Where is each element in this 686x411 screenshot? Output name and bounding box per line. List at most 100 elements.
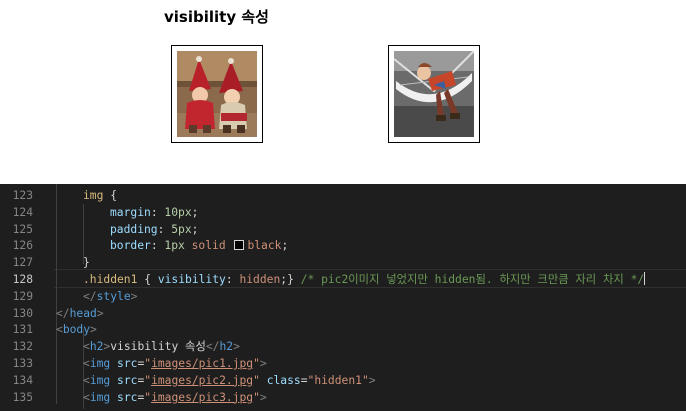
token-punc: { [137,273,158,286]
code-line[interactable]: 131 <body> [0,321,686,338]
pic3-image [388,45,480,143]
token-punc: ; [191,222,199,236]
page-heading: visibility 속성 [164,8,269,26]
token-val: solid [184,239,233,253]
code-text[interactable]: <body> [56,321,97,338]
token-str: " [253,357,260,370]
token-str: " [253,373,260,387]
code-text[interactable]: <h2>visibility 속성</h2> [83,338,240,355]
token-brk: > [90,323,97,337]
token-str: "hidden1" [307,373,369,387]
token-brk: < [83,373,90,387]
code-text[interactable]: .hidden1 { visibility: hidden;} /* pic2이… [83,271,646,288]
token-link: images/pic3.jpg [151,390,254,404]
token-brk: < [83,340,90,354]
browser-preview: visibility 속성 [0,0,686,184]
code-line[interactable]: 130 </head> [0,305,686,322]
token-sel: .hidden1 [83,273,138,286]
token-punc: ; [281,239,289,253]
token-str: " [253,390,260,404]
token-brk: < [83,390,90,404]
token-brk: < [83,357,90,370]
token-sel: img [83,189,104,202]
line-number: 130 [12,306,33,320]
line-number: 126 [12,239,33,253]
token-link: images/pic2.jpg [151,373,254,387]
token-brk: > [96,306,104,320]
token-punc: ;} [280,273,301,286]
token-brk: > [130,289,138,303]
code-text[interactable]: margin: 10px; [110,204,198,221]
hammock-photo [394,51,474,137]
token-attr: src [110,390,138,404]
token-attr: src [110,373,138,387]
token-tag: img [89,357,111,370]
token-brk: > [233,340,240,354]
code-line[interactable]: 124 margin: 10px; [0,204,686,221]
code-text[interactable]: <img src="images/pic1.jpg"> [83,355,267,372]
line-number: 132 [12,340,33,354]
token-brk: </ [56,306,70,320]
token-prop: margin [110,205,151,219]
code-editor[interactable]: 123 img {124 margin: 10px; 125 padding: 5px;… [0,184,686,411]
line-number: 128 [12,273,33,286]
token-tag: h2 [89,340,104,354]
line-number: 134 [12,373,33,387]
code-line[interactable]: 126 border: 1px solid black; [0,237,686,254]
token-val: black [247,239,282,253]
token-punc: : [150,205,165,219]
dolls-photo [177,51,257,137]
token-tag: style [96,289,131,303]
color-swatch-icon[interactable] [234,240,245,251]
pic1-image [171,45,263,143]
token-tag: h2 [219,340,234,354]
code-line[interactable]: 133 <img src="images/pic1.jpg"> [0,355,686,372]
token-num: 5px [171,222,192,236]
token-text: visibility 속성 [110,340,206,354]
token-brk: > [259,357,267,370]
token-brk: > [368,373,376,387]
line-number: 127 [12,256,33,270]
code-line[interactable]: 123 img { [0,187,686,204]
code-line[interactable]: 129 </style> [0,288,686,305]
line-number: 131 [12,323,33,337]
code-line[interactable]: 127} [0,254,686,271]
token-prop: border [110,239,151,253]
code-line[interactable]: 135 <img src="images/pic3.jpg"> [0,389,686,406]
code-line[interactable]: 128 .hidden1 { visibility: hidden;} /* pi… [0,271,686,288]
token-punc: : [225,273,240,286]
code-text[interactable]: <img src="images/pic2.jpg" class="hidden… [83,372,376,389]
code-text[interactable]: } [83,254,90,271]
token-val: hidden [239,273,281,286]
text-cursor [644,272,646,285]
token-tag: img [89,373,111,387]
line-number: 133 [12,357,33,370]
code-text[interactable]: img { [83,187,117,204]
token-punc: = [300,373,308,387]
token-tag: img [89,390,111,404]
token-punc: } [83,256,90,270]
code-text[interactable]: <img src="images/pic3.jpg"> [83,389,267,406]
token-prop: padding [110,222,158,236]
token-brk: </ [83,289,97,303]
line-number: 135 [12,390,33,404]
line-number: 129 [12,289,33,303]
token-com: /* pic2이미지 넣었지만 hidden됨. 하지만 크만큼 자리 차지 *… [300,273,645,286]
code-line[interactable]: 134 <img src="images/pic2.jpg" class="hid… [0,372,686,389]
code-text[interactable]: </style> [83,288,137,305]
token-brk: > [259,390,267,404]
code-text[interactable]: padding: 5px; [110,221,198,238]
code-line[interactable]: 125 padding: 5px; [0,221,686,238]
token-num: 1px [164,239,185,253]
line-number: 125 [12,222,33,236]
token-attr: class [259,373,301,387]
token-attr: src [110,357,138,370]
token-punc: : [157,222,172,236]
line-number: 123 [12,189,33,202]
code-text[interactable]: border: 1px solid black; [110,237,288,254]
token-brk: < [56,323,63,337]
code-text[interactable]: </head> [56,305,104,322]
code-line[interactable]: 132 <h2>visibility 속성</h2> [0,338,686,355]
line-number: 124 [12,205,33,219]
token-tag: body [62,323,91,337]
